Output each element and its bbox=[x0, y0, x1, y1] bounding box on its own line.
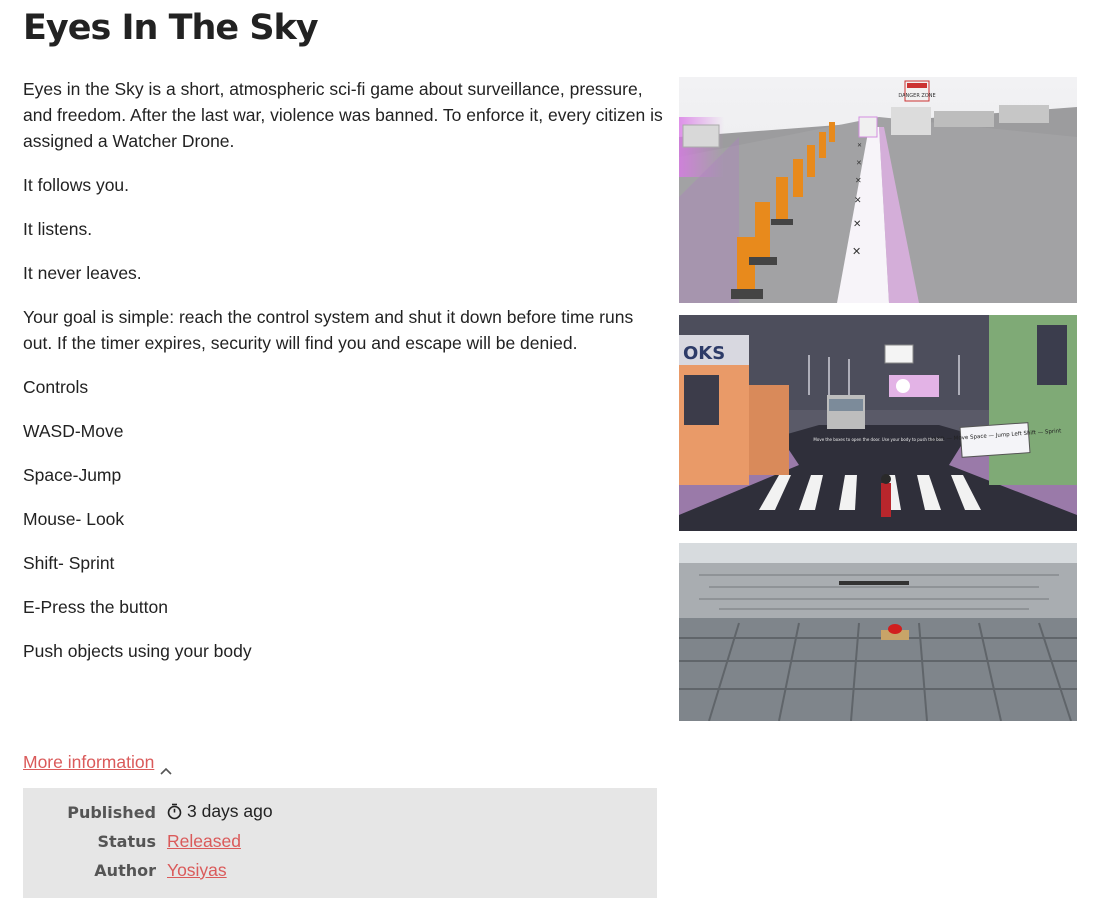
description-paragraph: Your goal is simple: reach the control s… bbox=[23, 307, 634, 353]
control-item: Shift- Sprint bbox=[23, 553, 115, 573]
svg-text:✕: ✕ bbox=[854, 195, 862, 205]
controls-heading: Controls bbox=[23, 377, 89, 397]
chevron-up-icon bbox=[160, 759, 172, 775]
status-label: Status bbox=[97, 832, 156, 851]
author-link[interactable]: Yosiyas bbox=[167, 860, 227, 880]
info-row-published: Published 3 days ago bbox=[23, 800, 273, 829]
game-info-table: Published 3 days ago Status Released Aut… bbox=[23, 800, 273, 887]
author-label: Author bbox=[94, 861, 156, 880]
shot2-store-sign: OKS bbox=[683, 343, 725, 364]
svg-text:✕: ✕ bbox=[852, 246, 861, 258]
more-information-label: More information bbox=[23, 752, 155, 772]
published-label: Published bbox=[67, 803, 156, 822]
description-paragraph: It listens. bbox=[23, 219, 93, 239]
description-paragraph: Eyes in the Sky is a short, atmospheric … bbox=[23, 79, 663, 151]
shot2-hint-text: Move the boxes to open the door. Use you… bbox=[813, 437, 944, 442]
svg-text:✕: ✕ bbox=[853, 219, 861, 230]
control-item: Mouse- Look bbox=[23, 509, 125, 529]
status-link[interactable]: Released bbox=[167, 831, 241, 851]
control-item: E-Press the button bbox=[23, 597, 168, 617]
info-row-author: Author Yosiyas bbox=[23, 858, 273, 887]
info-row-status: Status Released bbox=[23, 829, 273, 858]
control-item: Push objects using your body bbox=[23, 641, 252, 661]
more-information-toggle[interactable]: More information bbox=[23, 752, 172, 775]
game-description: Eyes in the Sky is a short, atmospheric … bbox=[23, 76, 663, 682]
description-paragraph: It follows you. bbox=[23, 175, 130, 195]
description-paragraph: It never leaves. bbox=[23, 263, 142, 283]
page-title: Eyes In The Sky bbox=[23, 8, 319, 48]
published-value-cell: 3 days ago bbox=[167, 800, 273, 829]
svg-text:✕: ✕ bbox=[855, 176, 862, 185]
game-info-panel: Published 3 days ago Status Released Aut… bbox=[23, 788, 657, 898]
screenshot-column: DANGER ZONE ✕ ✕ ✕ ✕ ✕ ✕ OKS WASD — Move … bbox=[679, 77, 1077, 721]
control-item: WASD-Move bbox=[23, 421, 124, 441]
stopwatch-icon bbox=[167, 803, 182, 825]
svg-text:✕: ✕ bbox=[856, 160, 862, 167]
screenshot-robot-arms[interactable]: DANGER ZONE ✕ ✕ ✕ ✕ ✕ ✕ bbox=[679, 77, 1077, 303]
screenshot-street[interactable]: OKS WASD — Move Space — Jump Left Shift … bbox=[679, 315, 1077, 531]
shot1-sign-text: DANGER ZONE bbox=[898, 93, 935, 99]
published-value: 3 days ago bbox=[187, 800, 273, 821]
screenshot-button-room[interactable] bbox=[679, 543, 1077, 721]
svg-text:✕: ✕ bbox=[857, 143, 862, 149]
control-item: Space-Jump bbox=[23, 465, 122, 485]
